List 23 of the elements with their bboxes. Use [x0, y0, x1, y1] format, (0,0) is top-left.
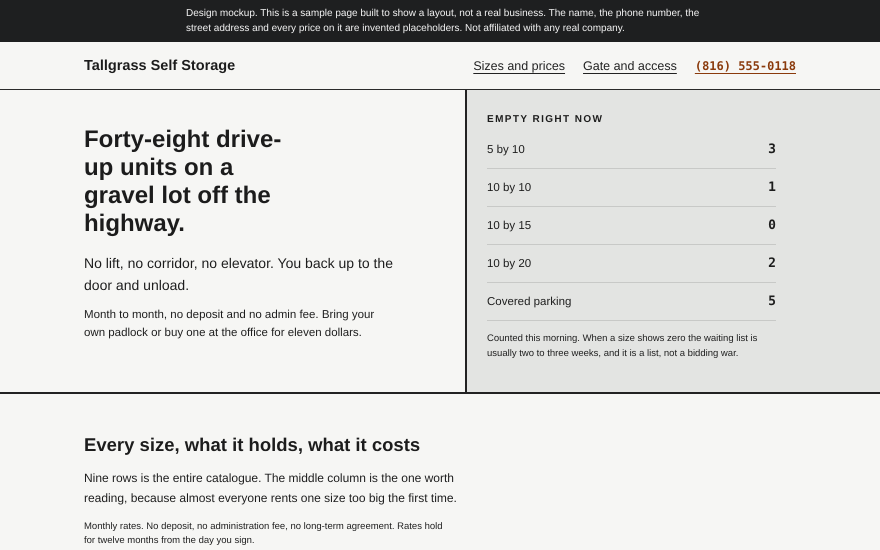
rates-note: Monthly rates. No deposit, no administration fee, no long-term agreement. Rates hold for twelve months from the day you sign. — [84, 520, 444, 548]
nav-link[interactable]: Sizes and prices — [473, 58, 566, 72]
unit-count: 5 — [768, 294, 776, 309]
unit-count: 2 — [768, 256, 776, 271]
hero-text: Month to month, no deposit and no admin fee. Bring your own padlock or buy one at the office for eleven dollars. — [84, 308, 376, 341]
unit-count: 1 — [768, 180, 776, 195]
mockup-notice: Design mockup. This is a sample page built to show a layout, not a real business. The name, the phone number, the street address and every price on it are invented placeholders. Not affiliated with any real company. — [186, 7, 700, 36]
panel-note: Counted this morning. When a size shows zero the waiting list is usually two to three weeks, and it is a list, not a bidding war. — [487, 332, 758, 361]
section-heading: Every size, what it holds, what it costs — [84, 434, 422, 456]
unit-count: 0 — [768, 218, 776, 233]
unit-count: 3 — [768, 142, 776, 157]
unit-size: Covered parking — [487, 296, 572, 308]
unit-size: 10 by 15 — [487, 220, 532, 232]
unit-size: 5 by 10 — [487, 144, 525, 156]
site-name: Tallgrass Self Storage — [84, 58, 236, 74]
phone-link[interactable]: (816) 555-0118 — [694, 58, 796, 72]
nav-link[interactable]: Gate and access — [583, 58, 677, 72]
hero-lead: No lift, no corridor, no elevator. You back up to the door and unload. — [84, 254, 394, 295]
unit-size: 10 by 20 — [487, 258, 532, 270]
hero-heading: Forty-eight drive-up units on a gravel lot off the highway. — [84, 126, 282, 238]
panel-title: EMPTY RIGHT NOW — [487, 114, 604, 125]
section-intro: Nine rows is the entire catalogue. The middle column is the one worth reading, because almost everyone rents one size too big the first time. — [84, 470, 458, 507]
unit-size: 10 by 10 — [487, 182, 532, 194]
